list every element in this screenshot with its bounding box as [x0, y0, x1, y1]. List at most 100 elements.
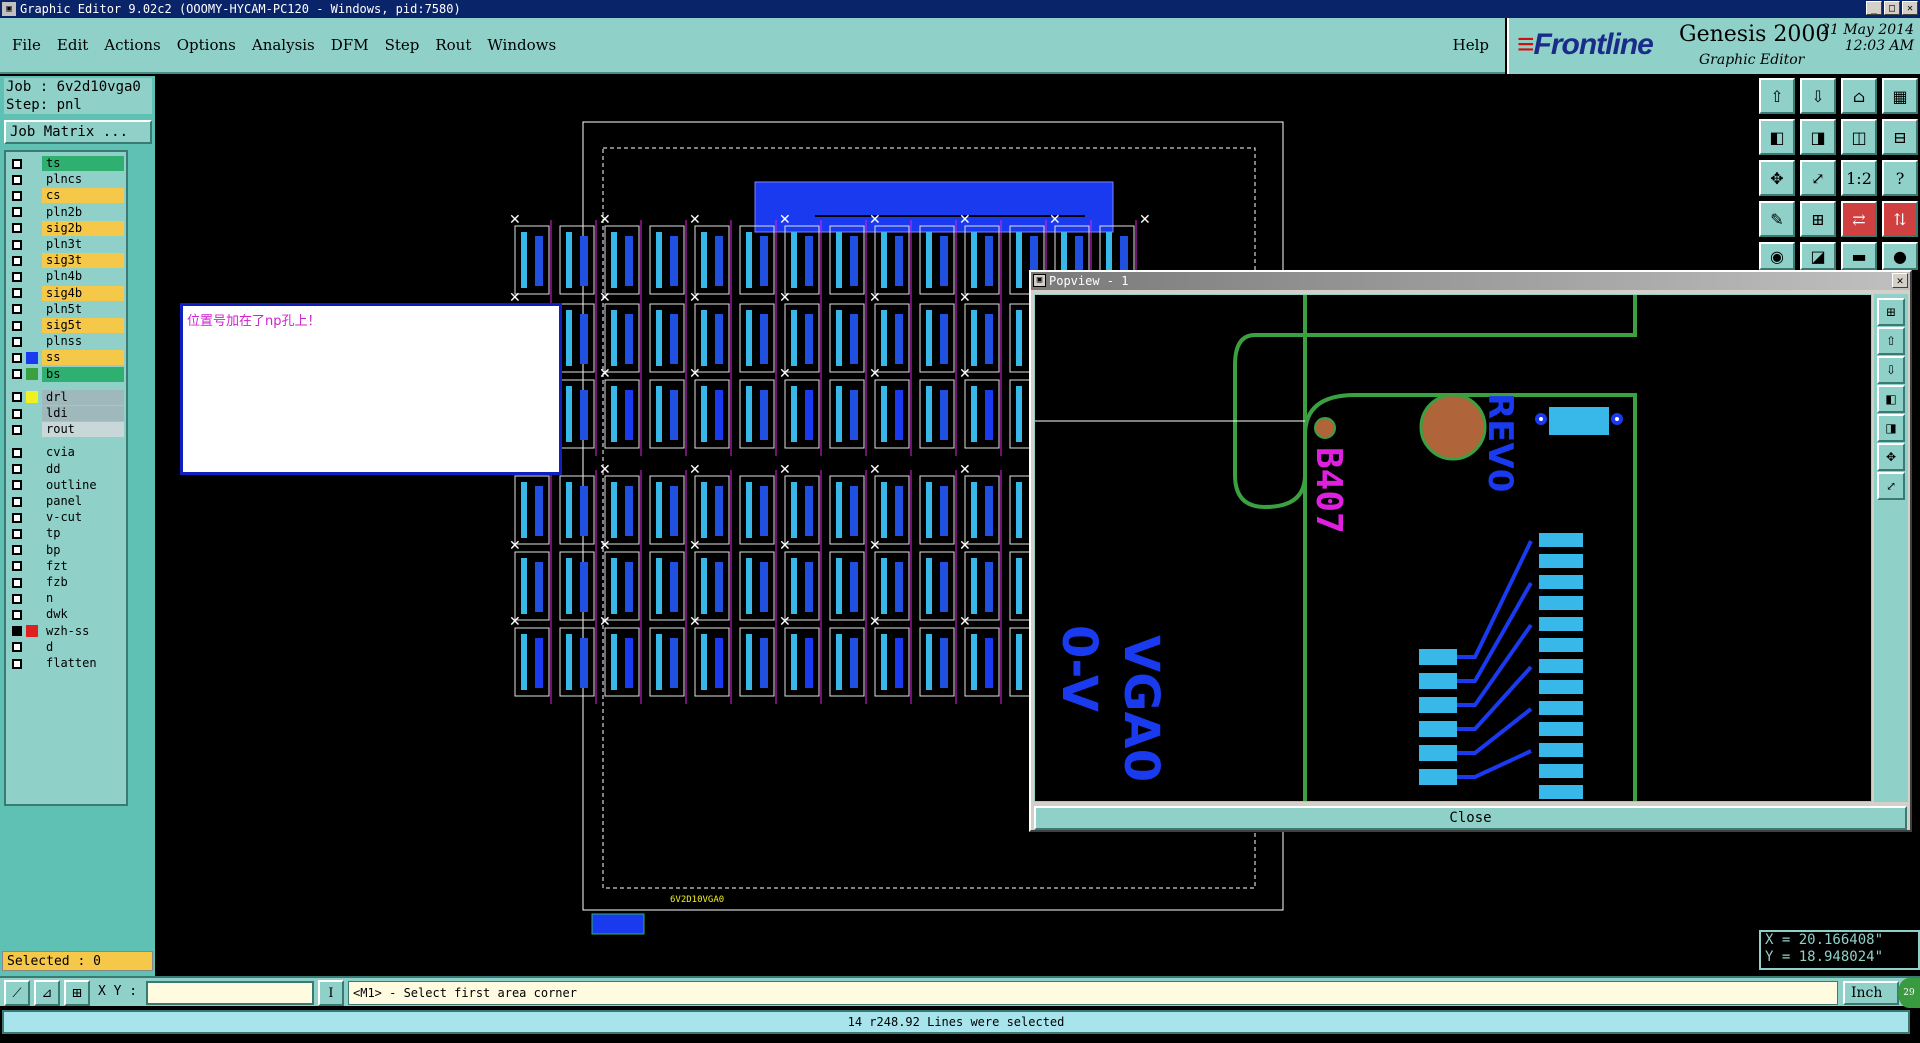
- menu-help[interactable]: Help: [1453, 36, 1489, 54]
- layer-checkbox[interactable]: [12, 207, 22, 218]
- layer-checkbox[interactable]: [12, 424, 22, 435]
- popview-canvas[interactable]: B407 REV0 0-V VGA0: [1034, 294, 1872, 802]
- layer-checkbox[interactable]: [12, 158, 22, 169]
- layer-row-fzt[interactable]: fzt: [8, 558, 126, 574]
- layer-name[interactable]: dd: [42, 461, 124, 477]
- xy-input[interactable]: [146, 981, 314, 1005]
- close-window-button[interactable]: ✕: [1902, 1, 1918, 15]
- layer-checkbox[interactable]: [12, 255, 22, 266]
- pan-right-icon[interactable]: ◨: [1800, 119, 1836, 155]
- layer-name[interactable]: fzb: [42, 575, 124, 590]
- layer-row-flatten[interactable]: flatten: [8, 656, 126, 671]
- maximize-button[interactable]: □: [1884, 1, 1900, 15]
- layer-name[interactable]: ldi: [42, 406, 124, 421]
- layer-row-wzh-ss[interactable]: wzh-ss: [8, 623, 126, 639]
- layer-name[interactable]: rout: [42, 422, 124, 438]
- page-down-icon[interactable]: ⇩: [1800, 78, 1836, 114]
- layer-checkbox[interactable]: [12, 642, 22, 653]
- dot-icon[interactable]: ●: [1882, 242, 1918, 270]
- layer-color-icon[interactable]: ◪: [1800, 242, 1836, 270]
- menu-dfm[interactable]: DFM: [331, 36, 369, 54]
- layer-name[interactable]: pln3t: [42, 237, 124, 252]
- layer-name[interactable]: flatten: [42, 656, 124, 671]
- layer-row-bp[interactable]: bp: [8, 542, 126, 558]
- minimize-button[interactable]: _: [1866, 1, 1882, 15]
- layer-name[interactable]: wzh-ss: [42, 623, 124, 639]
- scale-icon[interactable]: 1:2: [1841, 160, 1877, 196]
- layer-row-pln2b[interactable]: pln2b: [8, 204, 126, 220]
- layer-name[interactable]: cs: [42, 188, 124, 204]
- layer-checkbox[interactable]: [12, 496, 22, 507]
- popview-close-icon[interactable]: ✕: [1892, 273, 1908, 288]
- popview-close-button[interactable]: Close: [1034, 806, 1907, 830]
- layer-name[interactable]: tp: [42, 526, 124, 542]
- layer-name[interactable]: bs: [42, 366, 124, 382]
- menu-windows[interactable]: Windows: [487, 36, 556, 54]
- layer-name[interactable]: pln5t: [42, 301, 124, 317]
- layer-row-ss[interactable]: ss: [8, 350, 126, 366]
- layer-checkbox[interactable]: [12, 512, 22, 523]
- layer-row-cs[interactable]: cs: [8, 188, 126, 204]
- layer-row-pln4b[interactable]: pln4b: [8, 269, 126, 285]
- layer-checkbox[interactable]: [12, 369, 22, 380]
- layer-row-dd[interactable]: dd: [8, 461, 126, 477]
- layer-checkbox[interactable]: [12, 239, 22, 250]
- measure-icon[interactable]: ⊿: [34, 980, 60, 1006]
- layer-name[interactable]: sig4b: [42, 285, 124, 301]
- layer-checkbox[interactable]: [12, 480, 22, 491]
- layer-row-pln5t[interactable]: pln5t: [8, 301, 126, 317]
- layer-row-pln3t[interactable]: pln3t: [8, 237, 126, 252]
- layer-checkbox[interactable]: [12, 626, 22, 637]
- layer-row-sig4b[interactable]: sig4b: [8, 285, 126, 301]
- layer-name[interactable]: n: [42, 591, 124, 607]
- layer-name[interactable]: ts: [42, 156, 124, 171]
- cursor-icon[interactable]: I: [318, 980, 344, 1006]
- layer-checkbox[interactable]: [12, 609, 22, 620]
- layer-name[interactable]: panel: [42, 494, 124, 509]
- layer-checkbox[interactable]: [12, 304, 22, 315]
- pop-down-icon[interactable]: ⇩: [1877, 356, 1905, 384]
- layer-checkbox[interactable]: [12, 336, 22, 347]
- layer-row-plncs[interactable]: plncs: [8, 172, 126, 188]
- layer-name[interactable]: v-cut: [42, 510, 124, 526]
- menu-analysis[interactable]: Analysis: [252, 36, 315, 54]
- layer-name[interactable]: drl: [42, 389, 124, 405]
- snap-icon[interactable]: ⟋: [4, 980, 30, 1006]
- route-icon[interactable]: ⇄: [1841, 201, 1877, 237]
- layer-name[interactable]: plncs: [42, 172, 124, 188]
- pop-right-icon[interactable]: ◨: [1877, 414, 1905, 442]
- pop-up-icon[interactable]: ⇧: [1877, 327, 1905, 355]
- layer-row-d[interactable]: d: [8, 639, 126, 655]
- layer-name[interactable]: ss: [42, 350, 124, 366]
- layer-checkbox[interactable]: [12, 320, 22, 331]
- layer-row-rout[interactable]: rout: [8, 422, 126, 438]
- layer-row-v-cut[interactable]: v-cut: [8, 510, 126, 526]
- layer-row-sig3t[interactable]: sig3t: [8, 253, 126, 269]
- layer-row-fzb[interactable]: fzb: [8, 575, 126, 590]
- layer-name[interactable]: sig5t: [42, 318, 124, 333]
- layer-row-cvia[interactable]: cvia: [8, 445, 126, 461]
- layer-row-panel[interactable]: panel: [8, 494, 126, 509]
- layer-name[interactable]: outline: [42, 477, 124, 493]
- job-matrix-button[interactable]: Job Matrix ...: [4, 120, 152, 144]
- layer-row-sig2b[interactable]: sig2b: [8, 220, 126, 236]
- menu-file[interactable]: File: [12, 36, 41, 54]
- units-selector[interactable]: Inch: [1843, 981, 1899, 1005]
- layer-row-bs[interactable]: bs: [8, 366, 126, 382]
- grid-icon[interactable]: ▦: [1882, 78, 1918, 114]
- layer-row-outline[interactable]: outline: [8, 477, 126, 493]
- layer-checkbox[interactable]: [12, 271, 22, 282]
- layer-checkbox[interactable]: [12, 174, 22, 185]
- layer-name[interactable]: cvia: [42, 445, 124, 461]
- layer-row-tp[interactable]: tp: [8, 526, 126, 542]
- pop-fit-icon[interactable]: ⤢: [1877, 472, 1905, 500]
- layer-row-sig5t[interactable]: sig5t: [8, 318, 126, 333]
- layers-icon[interactable]: ✎: [1759, 201, 1795, 237]
- layer-checkbox[interactable]: [12, 464, 22, 475]
- layer-checkbox[interactable]: [12, 577, 22, 588]
- home-icon[interactable]: ⌂: [1841, 78, 1877, 114]
- layer-checkbox[interactable]: [12, 545, 22, 556]
- bar-icon[interactable]: ▬: [1841, 242, 1877, 270]
- layer-checkbox[interactable]: [12, 408, 22, 419]
- layer-checkbox[interactable]: [12, 288, 22, 299]
